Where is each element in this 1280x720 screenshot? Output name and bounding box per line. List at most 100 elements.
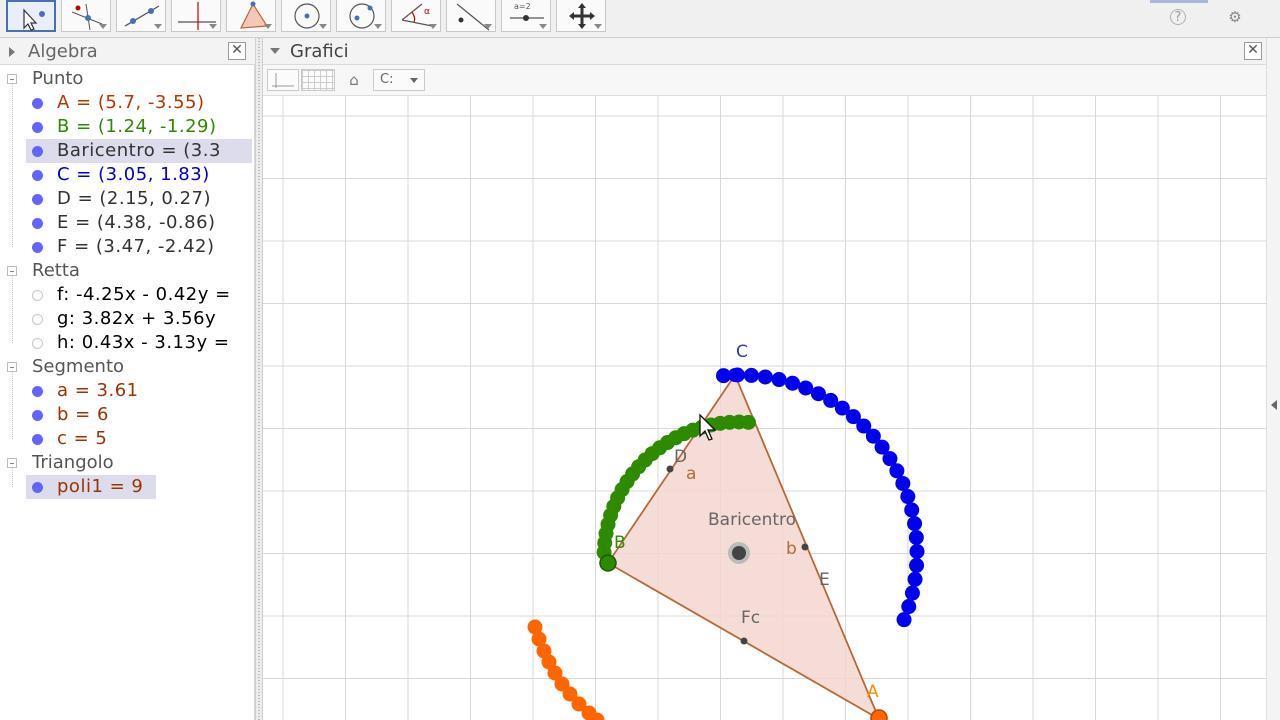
- algebra-view: Algebra ✕ Punto A = (5.7, -3.55) B = (1.24…: [0, 38, 255, 720]
- toggle-axes-button[interactable]: [267, 69, 299, 91]
- graphics-canvas[interactable]: C D a B Baricentro b E Fc A: [263, 96, 1268, 720]
- point-A[interactable]: [870, 709, 888, 720]
- move-view-tool[interactable]: [556, 0, 606, 32]
- perspectives-tab[interactable]: [1150, 0, 1208, 3]
- trace-dot-blue: [901, 599, 917, 615]
- polygon-tool[interactable]: [226, 0, 276, 32]
- view-dropdown[interactable]: C:: [373, 69, 425, 91]
- svg-text:α: α: [424, 7, 430, 17]
- circle-tool[interactable]: [281, 0, 331, 32]
- visibility-toggle[interactable]: [32, 314, 43, 325]
- algebra-item[interactable]: B = (1.24, -1.29): [0, 115, 252, 139]
- expand-arrow-icon[interactable]: [270, 48, 280, 54]
- algebra-item[interactable]: c = 5: [0, 427, 252, 451]
- algebra-item-text: b = 6: [57, 404, 109, 425]
- algebra-item[interactable]: A = (5.7, -3.55): [0, 91, 252, 115]
- close-graphics-button[interactable]: ✕: [1244, 42, 1262, 60]
- algebra-item[interactable]: poli1 = 9: [0, 475, 252, 499]
- perpendicular-tool[interactable]: [171, 0, 221, 32]
- visibility-toggle[interactable]: [32, 146, 43, 157]
- tree-connector: [12, 372, 13, 439]
- visibility-toggle[interactable]: [32, 410, 43, 421]
- point-tool[interactable]: [61, 0, 111, 32]
- algebra-item[interactable]: f: -4.25x - 0.42y =: [0, 283, 252, 307]
- line-tool[interactable]: [116, 0, 166, 32]
- algebra-item[interactable]: b = 6: [0, 403, 252, 427]
- collapse-minus-icon[interactable]: [7, 458, 17, 468]
- category-label: Retta: [32, 260, 80, 281]
- move-tool[interactable]: [6, 0, 56, 32]
- label-B: B: [614, 533, 626, 553]
- algebra-item-text: Baricentro = (3.3: [57, 140, 221, 161]
- algebra-item[interactable]: a = 3.61: [0, 379, 252, 403]
- point-baricentro[interactable]: [732, 546, 746, 560]
- chevron-left-icon[interactable]: [1271, 400, 1277, 410]
- visibility-toggle[interactable]: [32, 170, 43, 181]
- category-retta[interactable]: Retta: [0, 259, 252, 283]
- toolbar: α a=2 ? ⚙: [0, 0, 1280, 38]
- algebra-item[interactable]: g: 3.82x + 3.56y: [0, 307, 252, 331]
- visibility-toggle[interactable]: [32, 386, 43, 397]
- angle-tool[interactable]: α: [391, 0, 441, 32]
- collapse-minus-icon[interactable]: [7, 266, 17, 276]
- algebra-item[interactable]: Baricentro = (3.3: [0, 139, 252, 163]
- collapse-minus-icon[interactable]: [7, 74, 17, 84]
- graphics-view: Grafici ✕ ⌂ C: C D a B Baricentro b E Fc…: [263, 38, 1280, 720]
- algebra-item-text: F = (3.47, -2.42): [57, 236, 215, 257]
- algebra-item-text: a = 3.61: [57, 380, 139, 401]
- trace-dot-blue: [743, 367, 759, 383]
- algebra-item[interactable]: D = (2.15, 0.27): [0, 187, 252, 211]
- reflect-tool[interactable]: [446, 0, 496, 32]
- trace-dot-blue: [909, 557, 925, 573]
- trace-dot-blue: [900, 489, 916, 505]
- trace-dot-blue: [771, 372, 787, 388]
- label-baricentro: Baricentro: [708, 510, 796, 530]
- trace-dot-blue: [904, 502, 920, 518]
- visibility-toggle[interactable]: [32, 194, 43, 205]
- visibility-toggle[interactable]: [32, 98, 43, 109]
- visibility-toggle[interactable]: [32, 218, 43, 229]
- trace-dot-blue: [908, 529, 924, 545]
- label-E: E: [819, 570, 830, 590]
- point-E[interactable]: [801, 543, 809, 551]
- category-punto[interactable]: Punto: [0, 67, 252, 91]
- trace-dot-blue: [904, 585, 920, 601]
- slider-tool[interactable]: a=2: [501, 0, 551, 32]
- category-triangolo[interactable]: Triangolo: [0, 451, 252, 475]
- point-F[interactable]: [740, 637, 748, 645]
- visibility-toggle[interactable]: [32, 434, 43, 445]
- graphics-title: Grafici: [290, 41, 349, 62]
- gear-icon[interactable]: ⚙: [1226, 8, 1244, 26]
- trace-dot-green: [740, 414, 756, 430]
- point-B[interactable]: [599, 554, 617, 572]
- collapse-minus-icon[interactable]: [7, 362, 17, 372]
- trace-dot-blue: [907, 516, 923, 532]
- visibility-toggle[interactable]: [32, 122, 43, 133]
- close-algebra-button[interactable]: ✕: [228, 42, 246, 60]
- algebra-item-text: h: 0.43x - 3.13y =: [57, 332, 230, 353]
- algebra-item[interactable]: C = (3.05, 1.83): [0, 163, 252, 187]
- collapse-arrow-icon[interactable]: [9, 47, 15, 57]
- algebra-item[interactable]: F = (3.47, -2.42): [0, 235, 252, 259]
- home-icon[interactable]: ⌂: [345, 70, 363, 90]
- toggle-grid-button[interactable]: [301, 69, 335, 91]
- algebra-header: Algebra ✕: [0, 38, 255, 65]
- algebra-item[interactable]: E = (4.38, -0.86): [0, 211, 252, 235]
- circle-through-points-tool[interactable]: [336, 0, 386, 32]
- point-D[interactable]: [666, 465, 674, 473]
- construction-svg[interactable]: C D a B Baricentro b E Fc A: [263, 96, 1268, 720]
- view-dropdown-value: C:: [380, 72, 394, 87]
- point-C[interactable]: [728, 368, 742, 382]
- panel-splitter[interactable]: [255, 38, 263, 720]
- algebra-item-text: D = (2.15, 0.27): [57, 188, 212, 209]
- visibility-toggle[interactable]: [32, 338, 43, 349]
- category-segmento[interactable]: Segmento: [0, 355, 252, 379]
- visibility-toggle[interactable]: [32, 290, 43, 301]
- axes-icon: [272, 73, 294, 88]
- visibility-toggle[interactable]: [32, 242, 43, 253]
- help-icon[interactable]: ?: [1170, 9, 1186, 25]
- algebra-item[interactable]: h: 0.43x - 3.13y =: [0, 331, 252, 355]
- visibility-toggle[interactable]: [32, 482, 43, 493]
- algebra-item-text: c = 5: [57, 428, 108, 449]
- slider-tool-label: a=2: [514, 2, 531, 11]
